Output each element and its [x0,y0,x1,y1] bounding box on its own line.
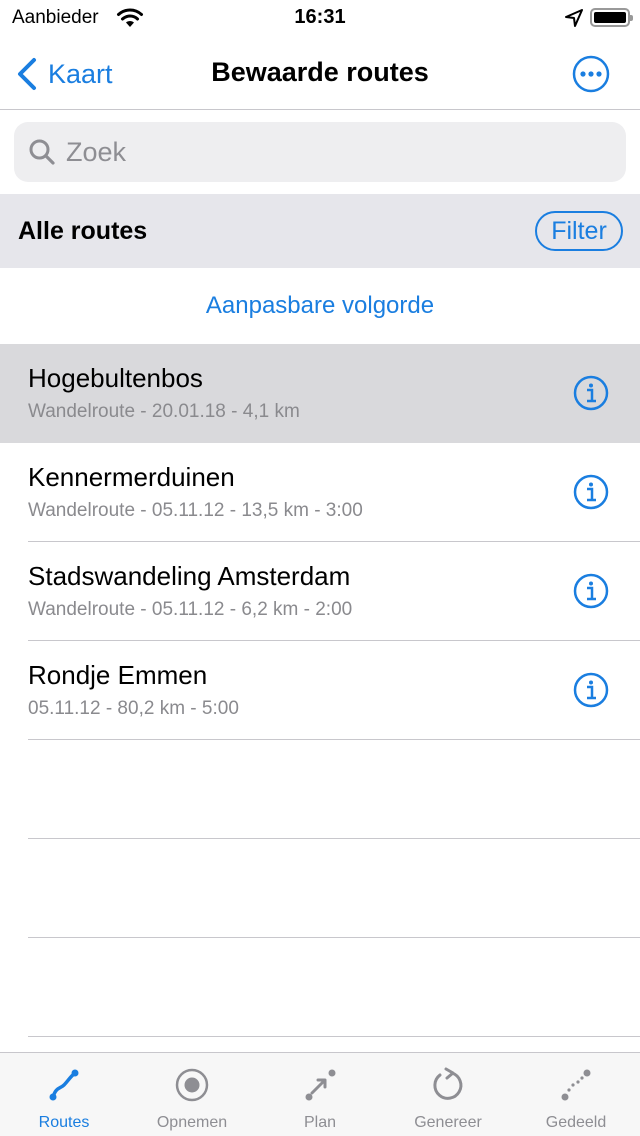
info-icon[interactable] [573,474,609,510]
shared-icon [561,1069,591,1101]
filter-button[interactable]: Filter [535,211,623,251]
section-title: Alle routes [18,217,148,245]
info-icon[interactable] [573,573,609,609]
tab-label: Routes [38,1114,90,1131]
empty-row [0,740,640,839]
route-meta: 05.11.12 - 80,2 km - 5:00 [28,698,239,719]
empty-row [0,938,640,1037]
route-row[interactable]: Kennermerduinen Wandelroute - 05.11.12 -… [0,443,640,542]
tab-gedeeld[interactable]: Gedeeld [512,1053,640,1136]
route-name: Hogebultenbos [28,363,203,393]
tab-label: Plan [303,1114,337,1131]
generate-icon [433,1067,463,1100]
search-input[interactable] [66,136,606,168]
tab-plan[interactable]: Plan [256,1053,384,1136]
tab-bar: Routes Opnemen Plan Genereer Gedeeld [0,1052,640,1136]
route-name: Rondje Emmen [28,660,208,690]
record-icon [175,1068,209,1102]
route-row[interactable]: Rondje Emmen 05.11.12 - 80,2 km - 5:00 [0,641,640,740]
search-icon [29,139,55,165]
search-field[interactable] [14,122,626,182]
route-icon [49,1069,79,1101]
tab-routes[interactable]: Routes [0,1053,128,1136]
search-bar [0,110,640,194]
tab-label: Opnemen [156,1114,228,1131]
route-name: Stadswandeling Amsterdam [28,561,351,591]
info-icon[interactable] [573,375,609,411]
battery-icon [590,8,633,27]
info-icon[interactable] [573,672,609,708]
empty-row [0,839,640,938]
route-name: Kennermerduinen [28,462,235,492]
clock: 16:31 [294,6,346,28]
custom-order-row: Aanpasbare volgorde [0,268,640,344]
location-arrow-icon [565,9,583,27]
page-title: Bewaarde routes [211,57,429,87]
ellipsis-circle-icon [572,55,610,93]
more-options-button[interactable] [571,54,611,94]
tab-opnemen[interactable]: Opnemen [128,1053,256,1136]
route-row[interactable]: Hogebultenbos Wandelroute - 20.01.18 - 4… [0,344,640,443]
custom-order-button[interactable]: Aanpasbare volgorde [206,292,434,320]
plan-icon [305,1069,336,1101]
route-row[interactable]: Stadswandeling Amsterdam Wandelroute - 0… [0,542,640,641]
status-bar: Aanbieder 16:31 [0,0,640,40]
navigation-bar: Kaart Bewaarde routes [0,40,640,110]
tab-label: Genereer [414,1114,482,1131]
tab-label: Gedeeld [545,1114,607,1131]
tab-genereer[interactable]: Genereer [384,1053,512,1136]
route-meta: Wandelroute - 20.01.18 - 4,1 km [28,401,300,422]
section-header: Alle routes Filter [0,194,640,268]
route-meta: Wandelroute - 05.11.12 - 6,2 km - 2:00 [28,599,353,620]
route-list: Hogebultenbos Wandelroute - 20.01.18 - 4… [0,344,640,1037]
route-meta: Wandelroute - 05.11.12 - 13,5 km - 3:00 [28,500,363,521]
